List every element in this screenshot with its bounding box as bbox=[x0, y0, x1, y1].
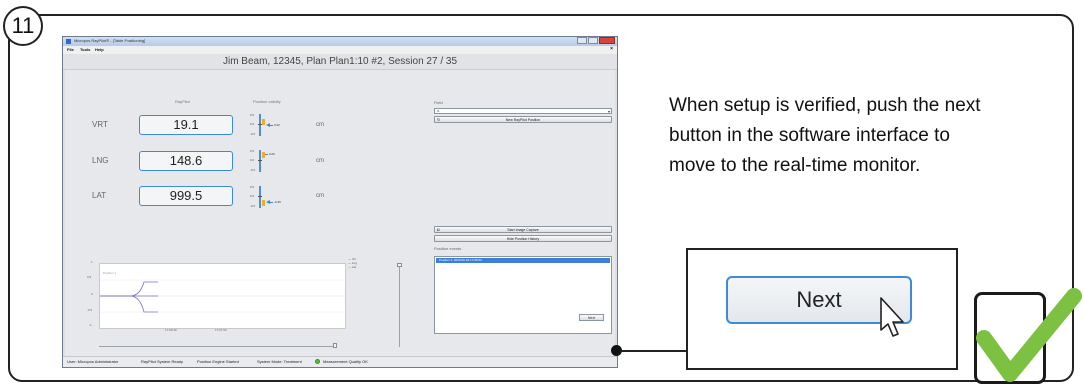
status-mode: System Mode: Treatment bbox=[257, 359, 302, 364]
lat-unit: cm bbox=[316, 193, 324, 199]
position-history-chart: Position 1 bbox=[99, 263, 346, 329]
chevron-down-icon: ▾ bbox=[607, 109, 610, 114]
y-tick-label: -1 bbox=[89, 323, 92, 327]
instruction-text: When setup is verified, push the next bu… bbox=[669, 95, 981, 176]
vrt-unit: cm bbox=[316, 122, 324, 128]
y-tick-label: 0.5 bbox=[87, 275, 92, 279]
axis-label-lat: LAT bbox=[92, 191, 107, 200]
series-line-lat bbox=[100, 295, 158, 313]
lng-gauge-value: 0.09 bbox=[269, 152, 275, 156]
axis-label-vrt: VRT bbox=[92, 120, 108, 129]
lng-value: 148.6 bbox=[139, 151, 233, 171]
menu-help[interactable]: Help bbox=[95, 47, 104, 52]
patient-header: Jim Beam, 12345, Plan Plan1:10 #2, Sessi… bbox=[63, 54, 617, 70]
chart-lines: Position 1 bbox=[100, 271, 345, 313]
lat-validity-gauge: 0.5 0.0 -0.5 -0.36 bbox=[250, 185, 281, 208]
checkmark-icon bbox=[976, 288, 1082, 382]
app-window: Micropos RayPilot® - [Table Positioning]… bbox=[62, 36, 618, 368]
new-raypilot-position-button[interactable]: ↻ New RayPilot Position bbox=[434, 116, 612, 123]
callout-line bbox=[620, 350, 686, 352]
status-ok-icon bbox=[315, 359, 320, 364]
refresh-icon: ↻ bbox=[437, 117, 441, 122]
field-label: Field bbox=[434, 100, 443, 105]
axis-label-lng: LNG bbox=[92, 156, 109, 165]
main-content: RayPilot Position validity VRT 19.1 0.5 … bbox=[65, 70, 615, 357]
start-image-capture-button[interactable]: ◘ Start Image Capture bbox=[434, 226, 612, 233]
status-bar: User: Micropos Administrator RayPilot Sy… bbox=[63, 356, 617, 367]
lat-gauge-value: -0.36 bbox=[274, 200, 281, 204]
x-tick-label: 17:07:00 bbox=[215, 328, 227, 332]
series-line-vrt bbox=[100, 281, 158, 297]
y-tick-label: 0 bbox=[91, 292, 93, 296]
window-title: Micropos RayPilot® - [Table Positioning] bbox=[74, 38, 146, 43]
mouse-cursor-icon bbox=[880, 297, 904, 337]
y-tick-label: -0.5 bbox=[87, 308, 93, 312]
menu-file[interactable]: File bbox=[67, 47, 74, 52]
field-select[interactable]: f1 ▾ bbox=[434, 108, 612, 114]
vrt-value: 19.1 bbox=[139, 115, 233, 135]
minimize-button[interactable] bbox=[577, 37, 587, 44]
status-user: User: Micropos Administrator bbox=[67, 359, 119, 364]
list-item[interactable]: Position 1, 2020-06-24 17:06:53 bbox=[436, 258, 610, 263]
y-tick-label: 1 bbox=[91, 260, 93, 264]
time-slider-thumb[interactable] bbox=[333, 343, 337, 348]
position-events-list[interactable]: Position 1, 2020-06-24 17:06:53 bbox=[434, 256, 612, 334]
lng-unit: cm bbox=[316, 158, 324, 164]
chart-annotation: Position 1 bbox=[103, 271, 117, 275]
close-icon[interactable]: × bbox=[610, 46, 613, 52]
title-bar: Micropos RayPilot® - [Table Positioning] bbox=[63, 37, 617, 46]
zoom-slider-track[interactable] bbox=[399, 267, 400, 347]
app-icon bbox=[66, 39, 71, 44]
next-button[interactable]: Next bbox=[579, 314, 604, 321]
lng-validity-gauge: 0.5 0.0 -0.5 0.09 bbox=[250, 149, 275, 172]
raypilot-column-header: RayPilot bbox=[175, 99, 190, 104]
vrt-validity-gauge: 0.5 0.0 -0.5 0.02 bbox=[250, 113, 280, 136]
status-quality: Measurement Quality OK bbox=[323, 359, 368, 364]
step-number-badge: 11 bbox=[3, 6, 43, 46]
camera-icon: ◘ bbox=[437, 227, 440, 232]
x-tick-label: 17:06:30 bbox=[165, 328, 177, 332]
vrt-gauge-value: 0.02 bbox=[274, 123, 280, 127]
status-system: RayPilot System Ready bbox=[141, 359, 184, 364]
status-engine: Position Engine Started bbox=[197, 359, 239, 364]
time-slider-track[interactable] bbox=[99, 346, 335, 347]
zoom-slider-thumb[interactable] bbox=[397, 263, 402, 267]
close-button[interactable] bbox=[599, 37, 615, 44]
hide-position-history-button[interactable]: Hide Position History bbox=[434, 235, 612, 242]
lat-value: 999.5 bbox=[139, 186, 233, 206]
legend-lat: — Lat bbox=[348, 265, 357, 269]
menu-tools[interactable]: Tools bbox=[80, 47, 90, 52]
position-events-label: Position events bbox=[434, 246, 462, 251]
maximize-button[interactable] bbox=[588, 37, 598, 44]
validity-column-header: Position validity bbox=[253, 99, 281, 104]
